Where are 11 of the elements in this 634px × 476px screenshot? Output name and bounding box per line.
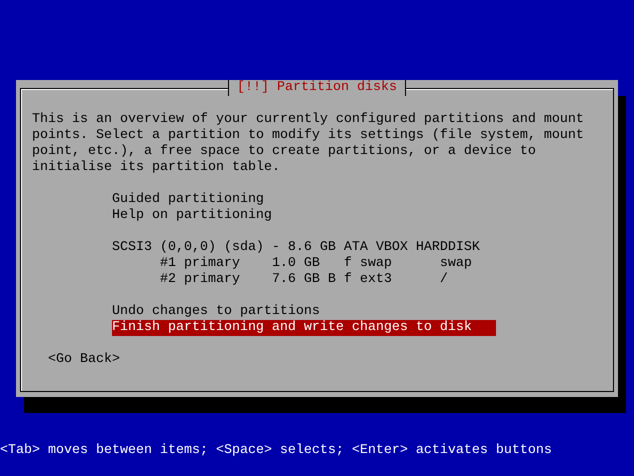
- go-back-button[interactable]: <Go Back>: [48, 352, 120, 368]
- menu-item[interactable]: Guided partitioning: [112, 192, 496, 208]
- menu-item[interactable]: Help on partitioning: [112, 208, 496, 224]
- partition-entry[interactable]: #1 primary 1.0 GB f swap swap: [160, 256, 496, 272]
- dialog-description: This is an overview of your currently configured partitions and mount points. Select a partition to modify its settings (file system, mount point, etc.), a free space to create partitions, or a device to initialise its partition table.: [32, 112, 585, 176]
- menu-item[interactable]: Undo changes to partitions: [112, 304, 496, 320]
- status-bar-hint: <Tab> moves between items; <Space> selects; <Enter> activates buttons: [0, 443, 553, 459]
- partition-entry[interactable]: #2 primary 7.6 GB B f ext3 /: [160, 272, 496, 288]
- dialog-title: [!!] Partition disks: [228, 80, 406, 96]
- disk-entry[interactable]: SCSI3 (0,0,0) (sda) - 8.6 GB ATA VBOX HARDDISK: [112, 240, 496, 256]
- menu-item[interactable]: Finish partitioning and write changes to disk: [112, 320, 496, 336]
